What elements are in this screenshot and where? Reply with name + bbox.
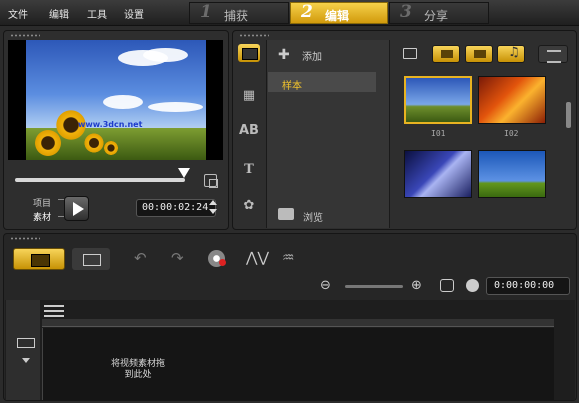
title-ab-icon[interactable]: AB bbox=[238, 123, 260, 141]
preview-watermark: www.3dcn.net bbox=[78, 120, 143, 129]
step-label: 捕获 bbox=[224, 9, 249, 23]
timecode-up-arrow[interactable] bbox=[209, 200, 217, 205]
show-photos-button[interactable] bbox=[465, 45, 493, 63]
menu-tools[interactable]: 工具 bbox=[87, 6, 107, 21]
sunflower bbox=[103, 140, 119, 156]
step-number: 3 bbox=[400, 2, 412, 22]
chevron-down-icon[interactable] bbox=[22, 358, 30, 363]
top-menu-bar: 文件 编辑 工具 设置 1 捕获 2 编辑 3 分享 bbox=[0, 0, 579, 26]
folder-item-label: 样本 bbox=[282, 81, 302, 92]
play-button[interactable] bbox=[64, 196, 89, 221]
fit-project-icon[interactable] bbox=[440, 279, 454, 292]
drop-hint-text: 将视频素材拖到此处 bbox=[110, 359, 165, 380]
audio-waveform-icon[interactable]: ⋀⋁ bbox=[246, 250, 269, 266]
library-scrollbar[interactable] bbox=[566, 102, 571, 128]
scrub-bar[interactable] bbox=[15, 178, 185, 182]
enlarge-preview-icon[interactable] bbox=[204, 174, 218, 188]
thumbnail-label: I02 bbox=[504, 129, 519, 138]
menu-settings[interactable]: 设置 bbox=[124, 6, 144, 21]
sunflower bbox=[83, 132, 105, 154]
add-folder-button[interactable]: 添加 bbox=[302, 48, 322, 63]
step-tab-capture[interactable]: 1 捕获 bbox=[189, 2, 289, 24]
panel-grip[interactable] bbox=[10, 237, 40, 240]
library-folder-list bbox=[266, 40, 390, 228]
transition-icon[interactable]: ▦ bbox=[238, 88, 260, 106]
thumbnail-label: I01 bbox=[431, 129, 446, 138]
zoom-out-icon[interactable]: ⊖ bbox=[320, 278, 331, 293]
project-duration: 0:00:00:00 bbox=[486, 277, 570, 295]
library-thumbnail[interactable] bbox=[478, 150, 546, 198]
preview-cloud bbox=[143, 48, 188, 62]
mode-project-label[interactable]: 项目 bbox=[33, 196, 51, 209]
media-library-icon[interactable] bbox=[238, 44, 260, 62]
menu-edit[interactable]: 编辑 bbox=[49, 6, 69, 21]
preview-cloud bbox=[103, 95, 143, 109]
filter-icon[interactable]: ✿ bbox=[238, 198, 260, 216]
import-folder-icon[interactable] bbox=[403, 48, 417, 59]
show-videos-button[interactable] bbox=[432, 45, 460, 63]
list-view-button[interactable] bbox=[538, 45, 568, 63]
library-thumbnail[interactable] bbox=[478, 76, 546, 124]
step-label: 分享 bbox=[424, 9, 449, 23]
track-header bbox=[6, 300, 40, 400]
scrub-handle[interactable] bbox=[178, 168, 190, 178]
video-track-icon[interactable] bbox=[17, 338, 35, 348]
panel-grip[interactable] bbox=[239, 34, 269, 37]
timecode-field[interactable]: 00:00:02:24 bbox=[136, 199, 216, 217]
timecode-down-arrow[interactable] bbox=[209, 209, 217, 214]
storyboard-view-button[interactable] bbox=[72, 248, 110, 270]
record-capture-icon[interactable] bbox=[208, 250, 226, 267]
browse-icon[interactable] bbox=[278, 208, 294, 220]
step-label: 编辑 bbox=[325, 9, 350, 23]
auto-music-icon[interactable]: ♒ bbox=[282, 250, 295, 266]
timeline-view-button[interactable] bbox=[13, 248, 65, 270]
browse-button[interactable]: 浏览 bbox=[303, 209, 323, 224]
text-icon[interactable]: T bbox=[238, 162, 260, 180]
panel-grip[interactable] bbox=[10, 34, 40, 37]
preview-cloud bbox=[148, 102, 203, 112]
add-icon[interactable]: ✚ bbox=[278, 47, 290, 63]
preview-window: www.3dcn.net bbox=[8, 40, 223, 160]
sunflower bbox=[33, 128, 63, 158]
step-tab-share[interactable]: 3 分享 bbox=[389, 2, 489, 24]
music-note-icon: ♫ bbox=[508, 45, 520, 60]
step-tab-edit[interactable]: 2 编辑 bbox=[290, 2, 388, 24]
library-thumbnail[interactable] bbox=[404, 76, 472, 124]
step-number: 1 bbox=[200, 2, 212, 22]
redo-icon[interactable]: ↷ bbox=[171, 249, 184, 267]
zoom-in-icon[interactable]: ⊕ bbox=[411, 278, 422, 293]
menu-file[interactable]: 文件 bbox=[8, 6, 28, 21]
mode-clip-label[interactable]: 素材 bbox=[33, 210, 51, 223]
library-thumbnail[interactable] bbox=[404, 150, 472, 198]
clock-icon bbox=[466, 279, 479, 292]
step-number: 2 bbox=[301, 2, 313, 22]
timeline-ruler[interactable] bbox=[42, 319, 554, 327]
undo-icon[interactable]: ↶ bbox=[134, 249, 147, 267]
track-manager-icon[interactable] bbox=[44, 305, 64, 317]
zoom-slider[interactable] bbox=[345, 285, 403, 288]
